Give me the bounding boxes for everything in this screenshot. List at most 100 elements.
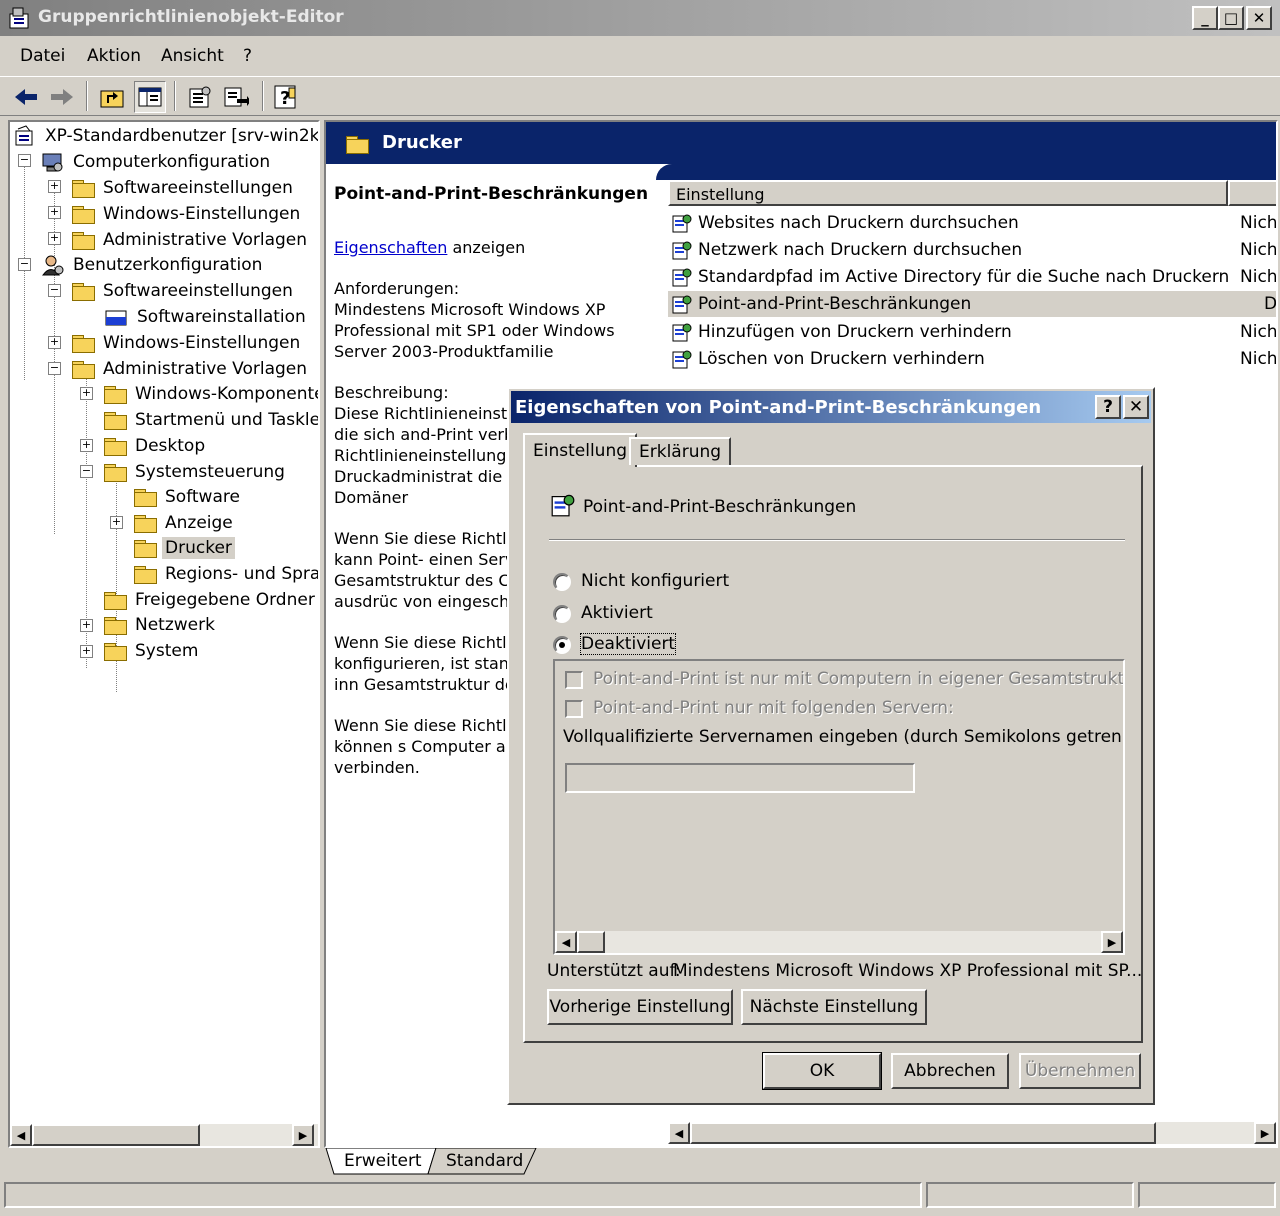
tree-item-softwareinstallation[interactable]: Softwareinstallation	[104, 305, 309, 329]
radio-deaktiviert[interactable]	[553, 636, 571, 654]
minimize-button[interactable]: _	[1192, 6, 1218, 30]
scroll-left-icon[interactable]: ◀	[10, 1124, 32, 1146]
tree-root-gpo[interactable]: XP-Standardbenutzer [srv-win2k3.p	[14, 124, 318, 148]
tree-item-systemsteuerung[interactable]: Systemsteuerung	[104, 460, 288, 484]
tree-item-computerkonfiguration[interactable]: Computerkonfiguration	[40, 150, 273, 174]
tree-collapse-icon[interactable]: −	[18, 154, 31, 167]
tab-standard[interactable]: Standard	[432, 1148, 537, 1174]
forward-arrow-icon[interactable]	[46, 81, 78, 113]
tree-item-regions[interactable]: Regions- und Sprac	[134, 562, 318, 586]
export-list-icon[interactable]	[220, 81, 252, 113]
tree-expand-icon[interactable]: +	[80, 387, 93, 400]
tree-collapse-icon[interactable]: −	[80, 465, 93, 478]
tree-item-windows-einstellungen[interactable]: Windows-Einstellungen	[72, 202, 303, 226]
properties-link[interactable]: Eigenschaften	[334, 238, 447, 257]
tree-expand-icon[interactable]: +	[80, 645, 93, 658]
scroll-thumb[interactable]	[577, 931, 605, 953]
tree-item-drucker[interactable]: Drucker	[134, 536, 235, 560]
server-names-input[interactable]	[565, 763, 915, 793]
radio-aktiviert-label[interactable]: Aktiviert	[581, 603, 653, 623]
radio-aktiviert[interactable]	[553, 605, 571, 623]
tree-item-netzwerk[interactable]: Netzwerk	[104, 613, 218, 637]
tree-expand-icon[interactable]: +	[80, 439, 93, 452]
radio-nicht-konfiguriert[interactable]	[553, 573, 571, 591]
tree-expand-icon[interactable]: +	[80, 619, 93, 632]
show-hide-tree-icon[interactable]	[134, 81, 166, 113]
next-setting-button[interactable]: Nächste Einstellung	[741, 989, 927, 1025]
tree-horizontal-scrollbar[interactable]: ◀ ▶	[10, 1124, 318, 1146]
tree-item-administrative-vorlagen-user[interactable]: Administrative Vorlagen	[72, 357, 310, 381]
dialog-title-bar[interactable]: Eigenschaften von Point-and-Print-Beschr…	[511, 391, 1151, 423]
scroll-left-icon[interactable]: ◀	[668, 1122, 690, 1144]
list-item[interactable]: Netzwerk nach Druckern durchsuchen Nich	[668, 237, 1276, 263]
tree-collapse-icon[interactable]: −	[18, 258, 31, 271]
tree-view[interactable]: XP-Standardbenutzer [srv-win2k3.p − Comp…	[8, 120, 320, 1148]
checkbox-following-servers[interactable]	[565, 700, 583, 718]
tree-item-benutzerkonfiguration[interactable]: Benutzerkonfiguration	[40, 253, 265, 277]
tree-expand-icon[interactable]: +	[48, 232, 61, 245]
tree-expand-icon[interactable]: +	[110, 516, 123, 529]
list-item[interactable]: Löschen von Druckern verhindern Nich	[668, 346, 1276, 372]
scroll-right-icon[interactable]: ▶	[1101, 931, 1123, 953]
folder-icon	[104, 438, 127, 456]
menu-help[interactable]: ?	[243, 46, 252, 66]
folder-icon	[72, 283, 95, 301]
list-item[interactable]: Standardpfad im Active Directory für die…	[668, 264, 1276, 290]
list-item-selected[interactable]: Point-and-Print-Beschränkungen D	[668, 291, 1276, 317]
scroll-thumb[interactable]	[32, 1124, 200, 1146]
tab-erweitert[interactable]: Erweitert	[330, 1148, 436, 1174]
folder-icon	[104, 592, 127, 610]
menu-ansicht[interactable]: Ansicht	[161, 46, 224, 66]
list-horizontal-scrollbar[interactable]: ◀ ▶	[668, 1122, 1276, 1144]
maximize-button[interactable]: □	[1218, 6, 1244, 30]
folder-icon	[104, 464, 127, 482]
up-folder-icon[interactable]	[96, 81, 128, 113]
tree-expand-icon[interactable]: +	[48, 180, 61, 193]
list-item[interactable]: Hinzufügen von Druckern verhindern Nich	[668, 319, 1276, 345]
help-icon[interactable]: ?	[270, 81, 302, 113]
options-horizontal-scrollbar[interactable]: ◀ ▶	[555, 931, 1123, 953]
radio-deaktiviert-label[interactable]: Deaktiviert	[579, 633, 677, 655]
tab-erklaerung[interactable]: Erklärung	[629, 437, 732, 465]
list-item[interactable]: Websites nach Druckern durchsuchen Nich	[668, 210, 1276, 236]
menu-datei[interactable]: Datei	[20, 46, 65, 66]
cancel-button[interactable]: Abbrechen	[891, 1053, 1009, 1089]
dialog-close-button[interactable]: ✕	[1123, 395, 1149, 419]
column-header-status[interactable]	[1228, 180, 1276, 206]
tree-item-anzeige[interactable]: Anzeige	[134, 511, 236, 535]
window-title-bar[interactable]: Gruppenrichtlinienobjekt-Editor _ □ ✕	[0, 0, 1280, 36]
back-arrow-icon[interactable]	[10, 81, 42, 113]
properties-icon[interactable]	[184, 81, 216, 113]
previous-setting-button[interactable]: Vorherige Einstellung	[547, 989, 733, 1025]
apply-button[interactable]: Übernehmen	[1019, 1053, 1141, 1089]
tree-item-freigegebene-ordner[interactable]: Freigegebene Ordner	[104, 588, 318, 612]
tree-item-softwareeinstellungen-user[interactable]: Softwareeinstellungen	[72, 279, 296, 303]
dialog-help-button[interactable]: ?	[1095, 395, 1121, 419]
close-button[interactable]: ✕	[1246, 6, 1272, 30]
tree-collapse-icon[interactable]: −	[48, 284, 61, 297]
tree-item-software[interactable]: Software	[134, 485, 243, 509]
policy-setting-icon	[672, 214, 692, 233]
group-policy-icon	[9, 7, 29, 29]
tree-item-system[interactable]: System	[104, 639, 201, 663]
scroll-thumb[interactable]	[690, 1122, 1156, 1144]
tab-einstellung[interactable]: Einstellung	[523, 433, 638, 467]
tree-item-windows-einstellungen-user[interactable]: Windows-Einstellungen	[72, 331, 303, 355]
options-box: Point-and-Print ist nur mit Computern in…	[553, 659, 1125, 955]
column-header-einstellung[interactable]: Einstellung	[668, 180, 1228, 206]
scroll-left-icon[interactable]: ◀	[555, 931, 577, 953]
tree-item-softwareeinstellungen[interactable]: Softwareeinstellungen	[72, 176, 296, 200]
ok-button[interactable]: OK	[762, 1052, 882, 1090]
tree-expand-icon[interactable]: +	[48, 336, 61, 349]
tree-item-administrative-vorlagen[interactable]: Administrative Vorlagen	[72, 228, 310, 252]
scroll-right-icon[interactable]: ▶	[292, 1124, 314, 1146]
tree-item-windows-komponenten[interactable]: Windows-Komponenten	[104, 382, 318, 406]
menu-aktion[interactable]: Aktion	[87, 46, 141, 66]
tree-item-desktop[interactable]: Desktop	[104, 434, 208, 458]
checkbox-own-forest[interactable]	[565, 671, 583, 689]
tree-item-startmenue[interactable]: Startmenü und Taskleist	[104, 408, 318, 432]
tree-collapse-icon[interactable]: −	[48, 362, 61, 375]
radio-nicht-konfiguriert-label[interactable]: Nicht konfiguriert	[581, 571, 729, 591]
scroll-right-icon[interactable]: ▶	[1254, 1122, 1276, 1144]
tree-expand-icon[interactable]: +	[48, 206, 61, 219]
